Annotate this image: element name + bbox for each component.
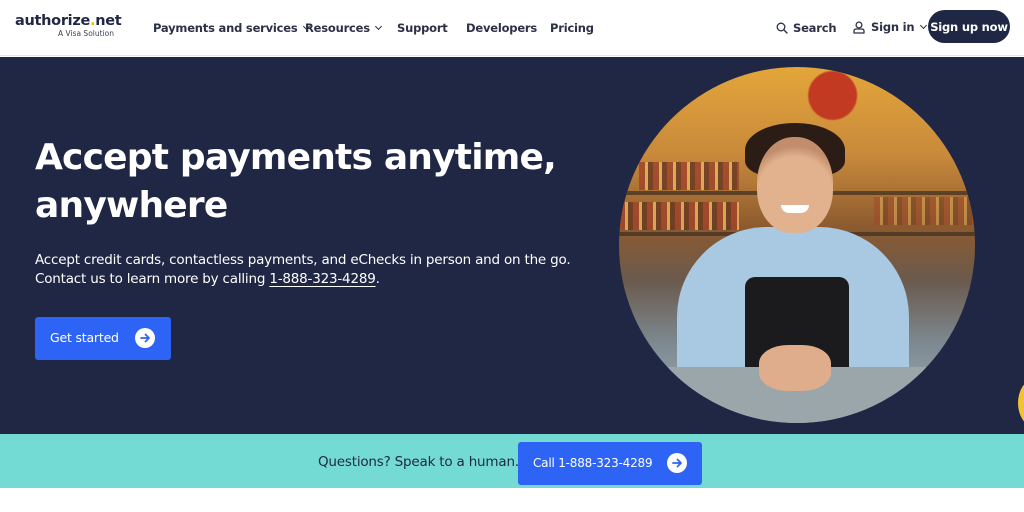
hero-section: Accept payments anytime, anywhere Accept… xyxy=(0,57,1024,434)
nav-resources[interactable]: Resources xyxy=(305,19,382,37)
search-button[interactable]: Search xyxy=(776,19,837,37)
logo-tagline: A Visa Solution xyxy=(57,29,114,38)
page-body-below xyxy=(0,488,1024,512)
arrow-right-icon xyxy=(135,328,155,348)
contact-strip: Questions? Speak to a human. Call 1-888-… xyxy=(0,434,1024,488)
call-label: Call 1-888-323-4289 xyxy=(533,456,653,470)
get-started-label: Get started xyxy=(50,330,119,345)
sign-in-label: Sign in xyxy=(871,20,915,34)
contact-prompt: Questions? Speak to a human. xyxy=(318,454,519,470)
get-started-button[interactable]: Get started xyxy=(35,317,171,360)
site-header: authorize.net A Visa Solution Payments a… xyxy=(0,0,1024,56)
sign-in-button[interactable]: Sign in xyxy=(853,18,928,36)
nav-payments-and-services[interactable]: Payments and services xyxy=(153,19,310,37)
decorative-yellow-shape xyxy=(1018,380,1024,426)
nav-developers[interactable]: Developers xyxy=(466,19,537,37)
chevron-down-icon xyxy=(920,21,928,29)
nav-pricing[interactable]: Pricing xyxy=(550,19,594,37)
logo-wordmark: authorize.net xyxy=(15,13,122,29)
hero-title: Accept payments anytime, anywhere xyxy=(35,137,557,226)
sign-up-now-button[interactable]: Sign up now xyxy=(928,10,1010,43)
nav-support[interactable]: Support xyxy=(397,19,448,37)
hero-subtitle: Accept credit cards, contactless payment… xyxy=(35,252,571,287)
arrow-right-icon xyxy=(667,453,687,473)
authorize-net-logo[interactable]: authorize.net A Visa Solution xyxy=(15,12,122,42)
phone-link[interactable]: 1-888-323-4289 xyxy=(269,271,375,287)
call-phone-button[interactable]: Call 1-888-323-4289 xyxy=(518,442,702,485)
user-icon xyxy=(853,20,865,34)
search-icon xyxy=(776,22,788,34)
chevron-down-icon xyxy=(374,22,382,31)
hero-photo-bartender xyxy=(619,67,975,423)
search-label: Search xyxy=(793,21,837,35)
